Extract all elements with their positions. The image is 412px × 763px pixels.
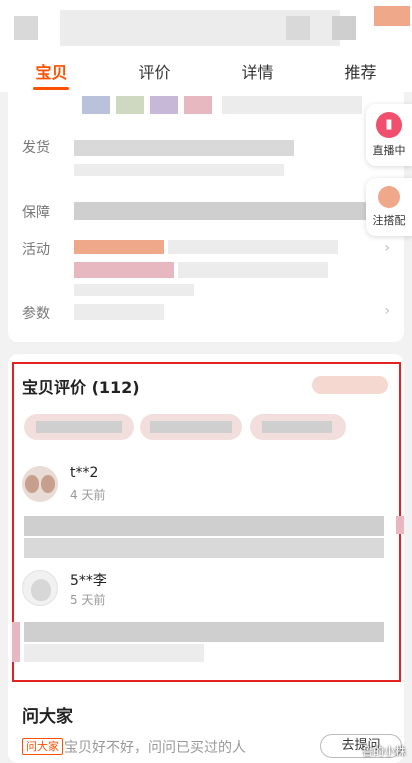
activity-tag: [74, 240, 164, 254]
live-label: 直播中: [372, 144, 406, 157]
avatar[interactable]: [22, 466, 58, 502]
pixelated-review-text: [24, 622, 384, 642]
tab-label: 宝贝: [35, 63, 68, 82]
pixelated-text: [74, 304, 164, 320]
review-username: 5**李: [70, 573, 107, 589]
pixelated-edge: [396, 516, 404, 534]
review-time: 4 天前: [70, 488, 106, 502]
review-time: 5 天前: [70, 593, 106, 607]
review-tag-text: [36, 421, 122, 433]
pixelated-text: [178, 262, 328, 278]
pixelated-text: [74, 164, 284, 176]
shipping-label: 发货: [22, 140, 50, 156]
avatar-face: [41, 475, 55, 493]
ask-title: 问大家: [22, 707, 73, 727]
watermark: 鲁的小株: [362, 745, 406, 758]
pixelated-icon[interactable]: [374, 6, 410, 26]
avatar-figure: [31, 579, 51, 601]
guarantee-label: 保障: [22, 205, 50, 221]
sku-thumbnail[interactable]: [116, 96, 144, 114]
tab-label: 评价: [138, 63, 171, 82]
pixelated-review-text: [24, 644, 204, 662]
pixelated-text: [74, 140, 294, 156]
pixelated-icon[interactable]: [14, 16, 38, 40]
activity-tag: [74, 262, 174, 278]
sku-thumbnail[interactable]: [184, 96, 212, 114]
params-label: 参数: [22, 306, 50, 322]
pixelated-icon[interactable]: [286, 16, 310, 40]
pixelated-text: [74, 284, 194, 296]
tab-bar: 宝贝 评价 详情 推荐: [0, 60, 412, 92]
tab-details[interactable]: 详情: [206, 60, 309, 92]
sku-thumbnail[interactable]: [82, 96, 110, 114]
sku-thumbnail[interactable]: [150, 96, 178, 114]
tab-item[interactable]: 宝贝: [0, 60, 103, 92]
review-tag-text: [262, 421, 332, 433]
tab-label: 推荐: [344, 63, 377, 82]
avatar-face: [25, 475, 39, 493]
live-icon: ▮: [376, 112, 402, 138]
review-username: t**2: [70, 465, 99, 481]
match-icon: [378, 186, 400, 208]
pixelated-text: [168, 240, 338, 254]
activity-label: 活动: [22, 242, 50, 258]
pixelated-icon[interactable]: [332, 16, 356, 40]
reviews-title: 宝贝评价 (112): [22, 378, 140, 397]
tab-reviews[interactable]: 评价: [103, 60, 206, 92]
pixelated-review-text: [24, 516, 384, 536]
chevron-right-icon[interactable]: ›: [384, 240, 390, 256]
pixelated-review-text: [24, 538, 384, 558]
chevron-right-icon[interactable]: ›: [384, 303, 390, 319]
match-button[interactable]: 注搭配: [366, 178, 412, 236]
avatar[interactable]: [22, 570, 58, 606]
pixelated-edge: [12, 622, 20, 662]
product-info-card: 发货 保障 活动 › 参数 ›: [8, 92, 404, 342]
match-label: 注搭配: [372, 214, 406, 227]
pixelated-text: [222, 96, 362, 114]
view-all-link[interactable]: [312, 376, 388, 394]
tab-label: 详情: [241, 63, 274, 82]
ask-badge: 问大家: [22, 738, 63, 755]
pixelated-text: [74, 202, 374, 220]
live-button[interactable]: ▮ 直播中: [366, 104, 412, 166]
active-tab-underline: [33, 87, 69, 90]
tab-recommend[interactable]: 推荐: [309, 60, 412, 92]
review-tag-text: [150, 421, 232, 433]
ask-prompt[interactable]: 宝贝好不好，问问已买过的人: [64, 737, 246, 757]
